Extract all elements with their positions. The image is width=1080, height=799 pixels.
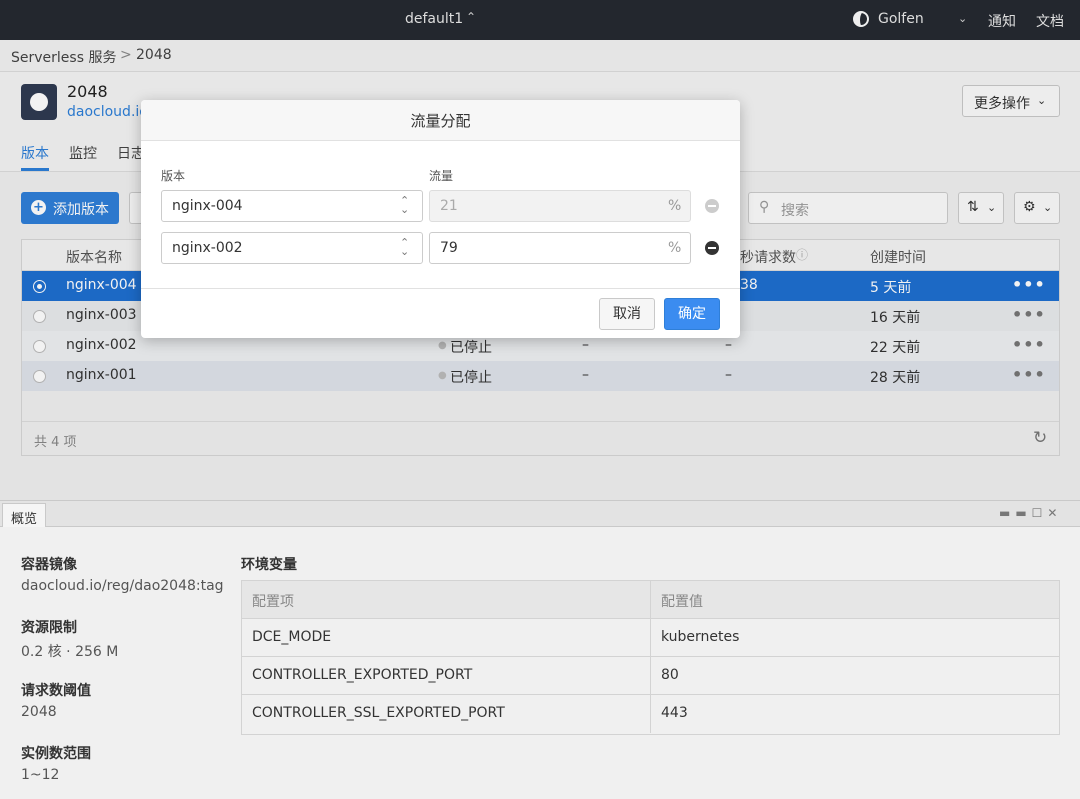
chevron-updown-icon: ⌃ ⌄ [400,236,410,258]
tab-overview[interactable]: 概览 [2,503,46,528]
version-select[interactable]: nginx-004 ⌃ ⌄ [161,190,423,222]
panel-tab-bar: 概览 ▬▬☐✕ [0,500,1080,528]
version-select-value: nginx-004 [172,198,243,214]
percent-unit: % [668,240,682,256]
version-select[interactable]: nginx-002 ⌃ ⌄ [161,232,423,264]
env-row: CONTROLLER_EXPORTED_PORT 80 [242,657,1059,695]
image-label: 容器镜像 [21,557,77,573]
traffic-input[interactable]: 21 % [429,190,691,222]
image-value: daocloud.io/reg/dao2048:tag [21,578,224,594]
env-value: 443 [661,705,688,721]
chevron-updown-icon[interactable]: ⌃ [466,10,476,24]
env-key: CONTROLLER_EXPORTED_PORT [252,667,473,683]
column-divider [650,695,651,733]
namespace-selector[interactable]: default1 [405,11,463,27]
confirm-button[interactable]: 确定 [664,298,720,330]
env-key: DCE_MODE [252,629,332,645]
docs-link[interactable]: 文档 [1036,11,1064,31]
tab-overview-label: 概览 [11,512,38,527]
traffic-input[interactable]: 79 % [429,232,691,264]
notifications-link[interactable]: 通知 [988,11,1016,31]
user-menu[interactable]: Golfen [878,11,924,27]
version-select-value: nginx-002 [172,240,243,256]
traffic-label: 流量 [429,169,454,183]
resource-value: 0.2 核 · 256 M [21,644,119,660]
panel-window-controls[interactable]: ▬▬☐✕ [999,506,1063,520]
env-col-value: 配置值 [661,594,703,610]
threshold-label: 请求数阈值 [21,683,91,699]
traffic-input-value: 79 [440,240,458,256]
column-divider [650,581,651,619]
dialog-header: 流量分配 [141,100,740,141]
env-value: 80 [661,667,679,683]
column-divider [650,619,651,657]
env-row: DCE_MODE kubernetes [242,619,1059,657]
chevron-updown-icon: ⌃ ⌄ [400,194,410,216]
instances-value: 1~12 [21,767,60,783]
cancel-button[interactable]: 取消 [599,298,655,330]
traffic-allocation-dialog: 流量分配 版本 流量 nginx-004 ⌃ ⌄ 21 % nginx-002 ⌃… [141,100,740,338]
chevron-down-icon[interactable]: ⌄ [958,12,967,25]
env-table: 配置项 配置值 DCE_MODE kubernetes CONTROLLER_E… [241,580,1060,735]
env-title: 环境变量 [241,557,297,573]
env-value: kubernetes [661,629,740,645]
traffic-input-value: 21 [440,198,458,214]
threshold-value: 2048 [21,704,57,720]
dialog-footer: 取消 确定 [141,288,740,338]
instances-label: 实例数范围 [21,746,91,762]
percent-unit: % [668,198,682,214]
remove-row-icon[interactable] [705,199,719,213]
env-key: CONTROLLER_SSL_EXPORTED_PORT [252,705,505,721]
user-avatar-icon[interactable] [853,11,869,27]
version-label: 版本 [161,169,186,183]
env-table-header: 配置项 配置值 [242,581,1059,619]
top-bar: default1 ⌃ Golfen ⌄ 通知 文档 [0,0,1080,40]
env-row: CONTROLLER_SSL_EXPORTED_PORT 443 [242,695,1059,733]
env-col-key: 配置项 [252,594,294,610]
column-divider [650,657,651,695]
resource-label: 资源限制 [21,620,77,636]
remove-row-icon[interactable] [705,241,719,255]
dialog-title: 流量分配 [410,112,471,130]
